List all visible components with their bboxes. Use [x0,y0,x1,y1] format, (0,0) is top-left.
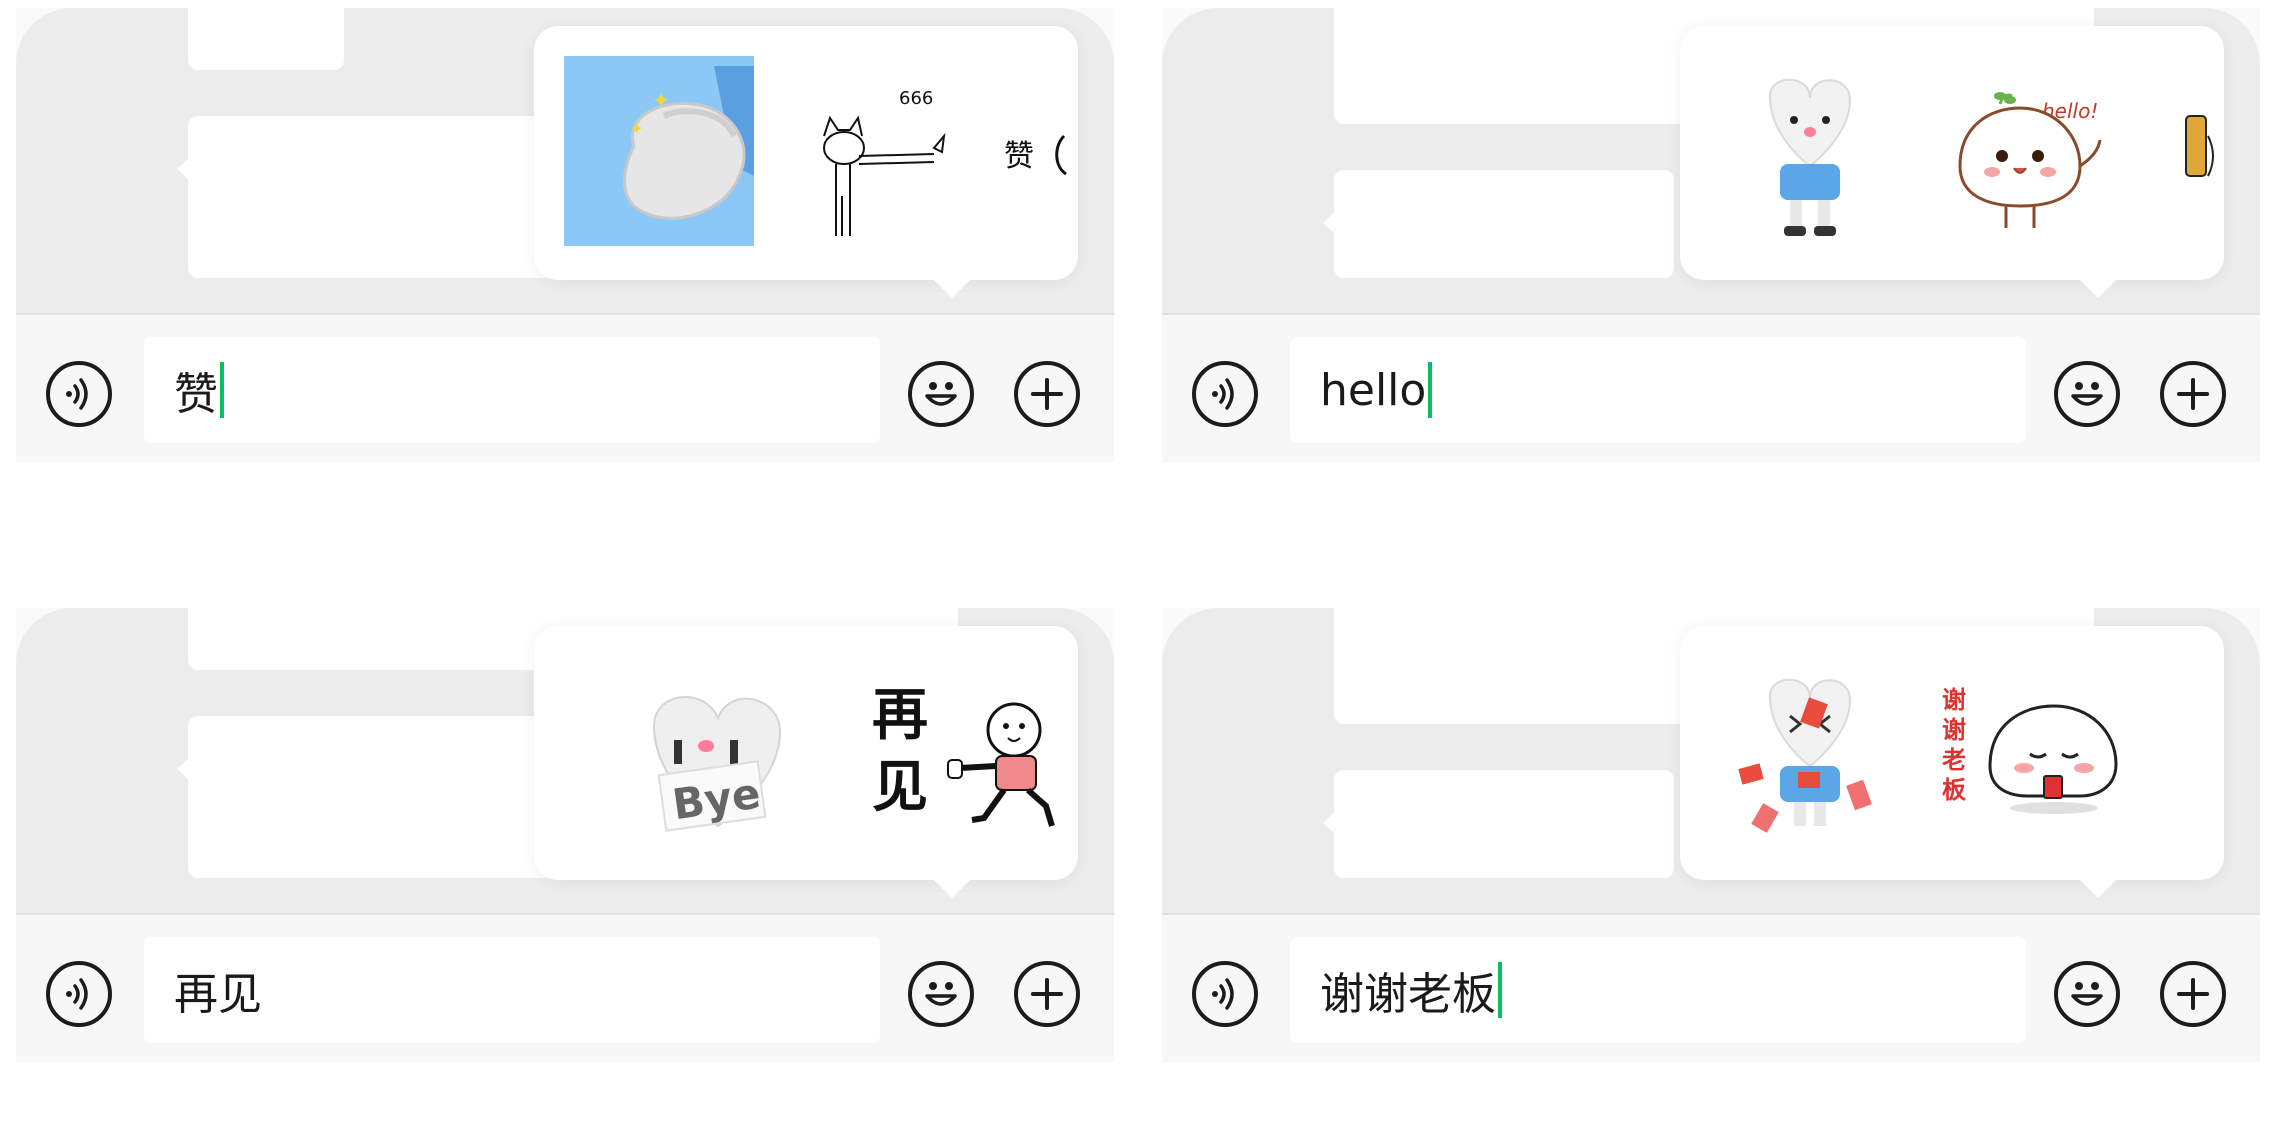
sticker-option[interactable]: hello! [1930,56,2120,246]
flexed-arm-sticker: ✦ ✦ [564,56,754,246]
svg-text:666: 666 [899,88,933,109]
input-toolbar: 再见 [16,913,1114,1062]
sticker-suggestion-popover: 谢 谢 老 板 [1680,626,2224,898]
svg-text:见: 见 [872,755,928,820]
voice-icon [1212,378,1234,410]
cat-thumb-sticker: 666 [823,88,946,236]
emoji-button[interactable] [2054,961,2120,1027]
heart-bye-sticker: Bye [652,695,782,832]
emoji-button[interactable] [2054,361,2120,427]
heart-redpacket-sticker [1738,678,1872,833]
message-bubble[interactable] [1323,170,1674,278]
kneeling-man-sticker: 再 见 [872,683,1055,827]
more-button[interactable] [1014,361,1080,427]
plus-icon [2177,978,2209,1010]
plus-icon [1031,378,1063,410]
smiley-icon [925,382,957,406]
sticker-option[interactable] [1710,656,1900,846]
message-input-text: 赞 [174,369,218,420]
chat-panel-thanks: 谢 谢 老 板 谢谢老板 [1162,608,2260,1062]
voice-button[interactable] [1192,361,1258,427]
smiley-icon [2071,982,2103,1006]
more-button[interactable] [1014,961,1080,1027]
more-button[interactable] [2160,961,2226,1027]
message-input-text: 谢谢老板 [1320,969,1496,1020]
message-input-text: hello [1320,364,1427,416]
text-cursor [1428,362,1433,418]
message-input[interactable]: hello [1290,337,2026,443]
more-button[interactable] [2160,361,2226,427]
sticker-suggestion-popover: Bye 再 见 [534,626,1078,898]
text-cursor [1498,962,1502,1018]
heart-doll-sticker [1768,78,1852,236]
zan-sticker-partial: 赞 [1004,134,1067,176]
emoji-button[interactable] [908,961,974,1027]
text-cursor [220,362,224,418]
input-toolbar: 谢谢老板 [1162,913,2260,1062]
svg-text:赞: 赞 [1004,139,1034,174]
sticker-option[interactable]: 666 [784,56,974,246]
voice-icon [66,378,88,410]
plus-icon [1031,978,1063,1010]
sticker-option[interactable]: 谢 谢 老 板 [1930,656,2160,846]
message-input-text: 再见 [174,969,262,1020]
voice-button[interactable] [46,961,112,1027]
bun-thanks-sticker: 谢 谢 老 板 [1942,686,2118,814]
chat-panel-zaijian: Bye 再 见 再见 [16,608,1114,1062]
thanks-char: 谢 [1942,686,1966,714]
voice-button[interactable] [1192,961,1258,1027]
sticker-option[interactable]: Bye [634,656,824,846]
voice-icon [66,978,88,1010]
svg-text:✦: ✦ [652,89,670,114]
smiley-icon [925,982,957,1006]
plus-icon [2177,378,2209,410]
input-toolbar: hello [1162,313,2260,462]
message-input[interactable]: 谢谢老板 [1290,937,2026,1043]
sticker-option[interactable]: 再 见 [864,656,1078,846]
smiley-icon [2071,382,2103,406]
voice-button[interactable] [46,361,112,427]
sticker-option[interactable]: 赞 [1004,56,1078,246]
sticker-suggestion-popover: hello! [1680,26,2224,298]
sticker-option[interactable] [2150,56,2224,246]
chat-panel-zan: ✦ ✦ 666 赞 赞 [16,8,1114,462]
svg-text:✦: ✦ [630,119,643,138]
input-toolbar: 赞 [16,313,1114,462]
sticker-option[interactable]: ✦ ✦ [564,56,754,246]
message-input[interactable]: 赞 [144,337,880,443]
svg-text:谢 谢 老: 谢 谢 老 板 [1942,686,1974,804]
message-input[interactable]: 再见 [144,937,880,1043]
chat-panel-hello: hello! hello [1162,8,2260,462]
message-bubble[interactable] [188,8,344,70]
bun-hello-sticker: hello! [1958,92,2102,228]
svg-text:再: 再 [872,683,928,748]
phone-sticker-partial [2185,115,2214,177]
emoji-button[interactable] [908,361,974,427]
message-bubble[interactable] [1323,770,1674,878]
sticker-option[interactable] [1710,56,1900,246]
voice-icon [1212,978,1234,1010]
sticker-suggestion-popover: ✦ ✦ 666 赞 [534,26,1078,298]
